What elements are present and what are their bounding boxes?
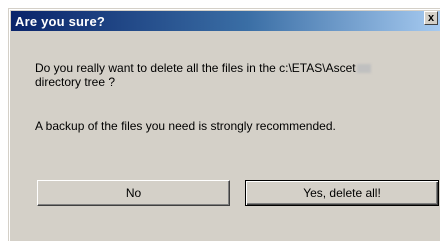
message-line-1: Do you really want to delete all the fil… [35, 61, 356, 75]
dialog-title: Are you sure? [15, 13, 106, 29]
no-button[interactable]: No [37, 180, 230, 206]
message-line-2: directory tree ? [35, 75, 116, 89]
close-icon[interactable]: x [424, 11, 438, 25]
yes-delete-all-button[interactable]: Yes, delete all! [245, 180, 439, 206]
redacted-text [356, 64, 371, 74]
message-text: Do you really want to delete all the fil… [35, 61, 371, 75]
backup-recommendation: A backup of the files you need is strong… [35, 119, 336, 133]
dialog-titlebar[interactable]: Are you sure? [11, 11, 440, 31]
confirm-dialog: Are you sure? x Do you really want to de… [8, 8, 440, 241]
